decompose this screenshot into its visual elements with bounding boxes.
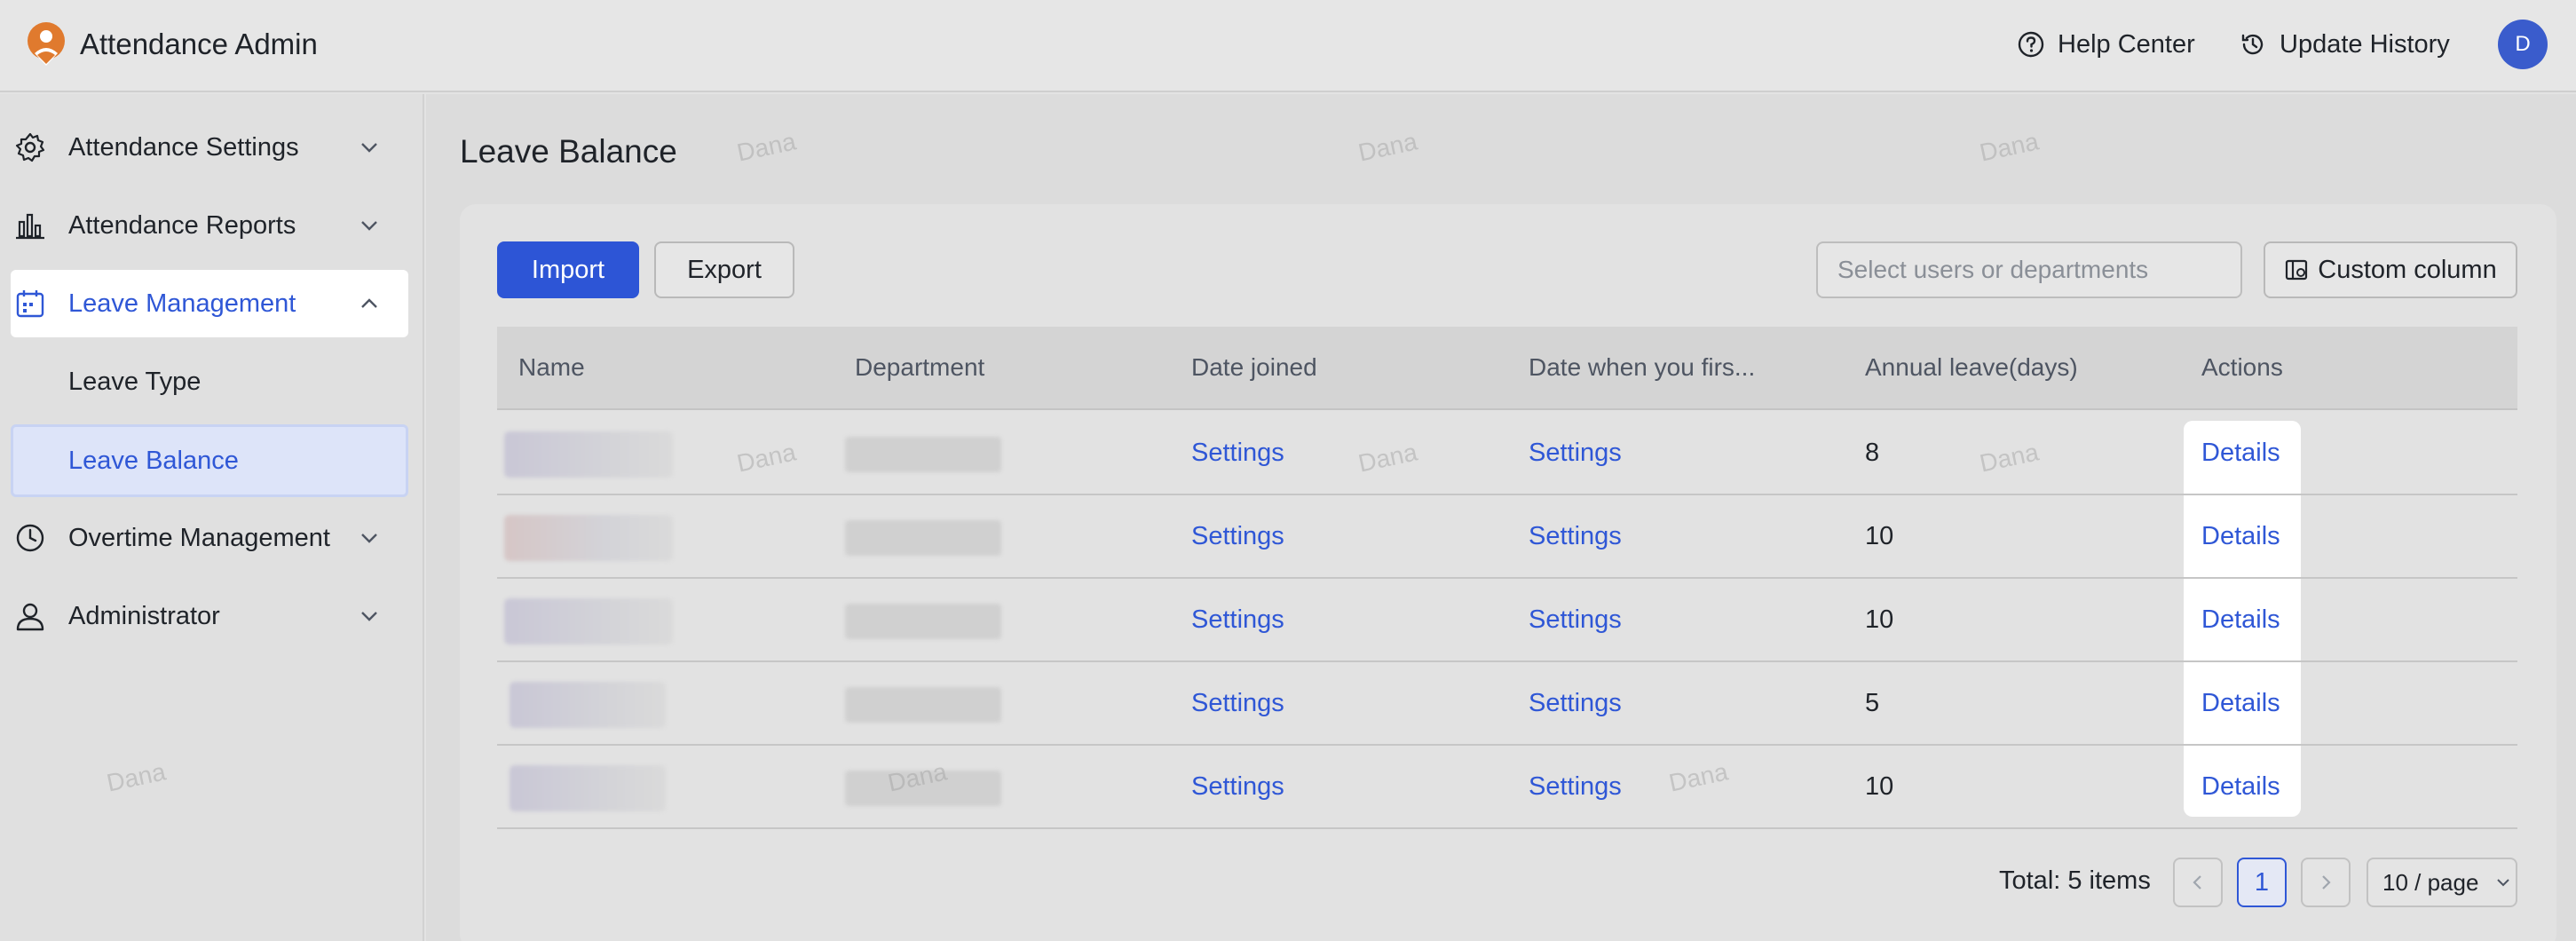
details-link[interactable]: Details	[2201, 605, 2280, 635]
sidebar-item-leave-management[interactable]: Leave Management	[11, 270, 408, 337]
date-first-settings-link[interactable]: Settings	[1529, 689, 1622, 718]
column-header-name: Name	[518, 353, 585, 381]
chevron-left-icon	[2193, 875, 2201, 890]
sidebar-item-label: Leave Balance	[68, 446, 239, 475]
prev-page-button[interactable]	[2173, 858, 2223, 907]
pagination-total: Total: 5 items	[1999, 866, 2151, 895]
redacted-name	[510, 682, 666, 728]
sidebar-item-administrator[interactable]: Administrator	[11, 582, 408, 650]
history-icon	[2241, 34, 2264, 55]
custom-column-button[interactable]: Custom column	[2264, 241, 2517, 298]
table-row: Settings Settings 10 Details	[497, 495, 2517, 579]
page-number-button[interactable]: 1	[2237, 858, 2287, 907]
top-bar: Attendance Admin Help Center Update Hist…	[0, 0, 2576, 92]
annual-leave-value: 10	[1865, 605, 1894, 634]
date-first-settings-link[interactable]: Settings	[1529, 439, 1622, 468]
chevron-down-icon	[361, 612, 377, 621]
date-joined-settings-link[interactable]: Settings	[1191, 522, 1284, 551]
annual-leave-value: 10	[1865, 522, 1894, 550]
avatar[interactable]: D	[2498, 20, 2548, 69]
details-link[interactable]: Details	[2201, 439, 2280, 468]
redacted-department	[845, 604, 1001, 639]
chevron-down-icon	[361, 221, 377, 231]
column-header-department: Department	[855, 353, 985, 381]
chevron-up-icon	[361, 298, 377, 308]
question-circle-icon	[2018, 31, 2044, 58]
sidebar-item-label: Leave Management	[68, 289, 296, 318]
sidebar-item-attendance-settings[interactable]: Attendance Settings	[11, 114, 408, 181]
chevron-down-icon	[2497, 879, 2510, 887]
page-size-value: 10 / page	[2382, 868, 2479, 896]
annual-leave-value: 10	[1865, 772, 1894, 801]
chevron-down-icon	[361, 143, 377, 153]
date-joined-settings-link[interactable]: Settings	[1191, 689, 1284, 718]
annual-leave-value: 5	[1865, 689, 1880, 717]
bar-chart-icon	[16, 213, 44, 240]
date-joined-settings-link[interactable]: Settings	[1191, 772, 1284, 802]
date-joined-settings-link[interactable]: Settings	[1191, 439, 1284, 468]
redacted-name	[504, 431, 673, 478]
redacted-name	[504, 515, 673, 561]
redacted-department	[845, 520, 1001, 556]
chevron-down-icon	[361, 534, 377, 543]
redacted-name	[504, 598, 673, 644]
calendar-icon	[16, 290, 44, 318]
user-icon	[16, 603, 44, 631]
clock-icon	[16, 524, 44, 552]
columns-icon	[2286, 259, 2308, 281]
update-history-link[interactable]: Update History	[2239, 25, 2450, 64]
redacted-department	[845, 437, 1001, 472]
column-header-annual-leave: Annual leave(days)	[1865, 353, 2078, 381]
details-link[interactable]: Details	[2201, 522, 2280, 551]
sidebar-item-label: Administrator	[68, 601, 220, 630]
update-history-label: Update History	[2280, 29, 2450, 59]
export-button[interactable]: Export	[654, 241, 794, 298]
date-first-settings-link[interactable]: Settings	[1529, 772, 1622, 802]
table-row: Settings Settings 10 Details	[497, 579, 2517, 662]
table-row: Settings Settings 10 Details	[497, 746, 2517, 829]
sidebar-item-attendance-reports[interactable]: Attendance Reports	[11, 192, 408, 259]
table-header: Name Department Date joined Date when yo…	[497, 327, 2517, 410]
column-header-actions: Actions	[2201, 353, 2283, 381]
date-joined-settings-link[interactable]: Settings	[1191, 605, 1284, 635]
table-row: Settings Settings 8 Details	[497, 412, 2517, 495]
column-header-date-joined: Date joined	[1191, 353, 1317, 381]
details-link[interactable]: Details	[2201, 689, 2280, 718]
date-first-settings-link[interactable]: Settings	[1529, 605, 1622, 635]
help-center-label: Help Center	[2058, 29, 2195, 59]
column-header-date-first: Date when you firs...	[1529, 353, 1756, 381]
sidebar-item-leave-balance[interactable]: Leave Balance	[11, 424, 408, 497]
redacted-department	[845, 771, 1001, 806]
sidebar-item-label: Attendance Reports	[68, 210, 296, 240]
next-page-button[interactable]	[2301, 858, 2351, 907]
page-title: Leave Balance	[460, 133, 677, 170]
redacted-name	[510, 765, 666, 811]
table-row: Settings Settings 5 Details	[497, 662, 2517, 746]
redacted-department	[845, 687, 1001, 723]
custom-column-label: Custom column	[2318, 255, 2497, 284]
sidebar-item-label: Overtime Management	[68, 523, 330, 552]
import-button[interactable]: Import	[497, 241, 639, 298]
page-size-select[interactable]: 10 / page	[2367, 858, 2517, 907]
annual-leave-value: 8	[1865, 439, 1880, 467]
sidebar-item-label: Leave Type	[68, 367, 201, 396]
gear-icon	[15, 132, 45, 162]
sidebar-item-leave-type[interactable]: Leave Type	[11, 348, 408, 415]
help-center-link[interactable]: Help Center	[2017, 25, 2195, 64]
details-link[interactable]: Details	[2201, 772, 2280, 802]
user-department-search-input[interactable]	[1816, 241, 2242, 298]
date-first-settings-link[interactable]: Settings	[1529, 522, 1622, 551]
app-title: Attendance Admin	[80, 28, 318, 60]
attendance-logo-icon	[28, 22, 65, 66]
sidebar-item-label: Attendance Settings	[68, 132, 299, 162]
sidebar-item-overtime-management[interactable]: Overtime Management	[11, 504, 408, 572]
chevron-right-icon	[2322, 875, 2331, 890]
